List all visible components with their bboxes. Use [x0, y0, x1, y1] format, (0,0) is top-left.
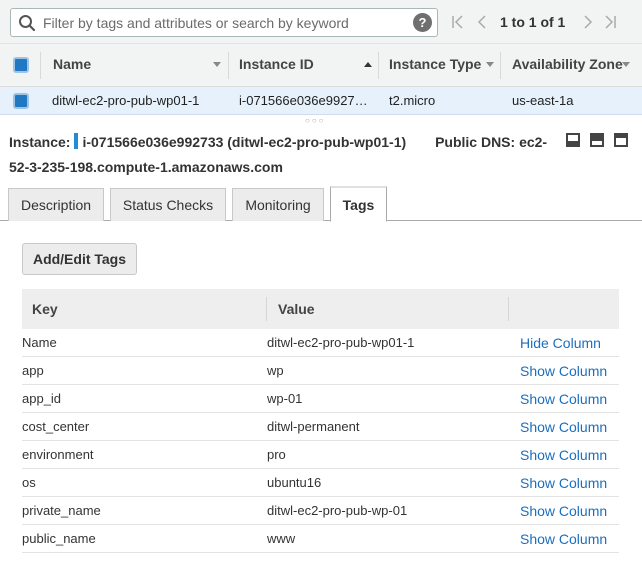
tab-description[interactable]: Description — [8, 188, 104, 221]
instance-type-cell: t2.micro — [389, 93, 436, 108]
layout-full-icon[interactable] — [614, 133, 628, 147]
instance-state-indicator — [74, 133, 79, 149]
column-header-value: Value — [278, 301, 315, 317]
tag-column-toggle-link[interactable]: Show Column — [520, 497, 607, 525]
help-icon[interactable]: ? — [413, 13, 432, 32]
instance-summary: Instance: i-071566e036e992733 (ditwl-ec2-… — [9, 130, 639, 180]
first-page-icon[interactable] — [450, 12, 466, 32]
tag-column-toggle-link[interactable]: Hide Column — [520, 329, 601, 357]
search-input[interactable] — [43, 12, 403, 33]
panel-resize-handle[interactable]: ○○○ — [305, 116, 326, 125]
instance-value: i-071566e036e992733 (ditwl-ec2-pro-pub-w… — [82, 134, 407, 150]
public-dns-value: 52-3-235-198.compute-1.amazonaws.com — [9, 159, 283, 175]
tag-key-cell: app — [22, 363, 44, 378]
availability-zone-sort-icon[interactable] — [622, 62, 630, 67]
table-row: os ubuntu16 Show Column — [22, 469, 619, 497]
column-header-instance-id[interactable]: Instance ID — [239, 44, 314, 87]
tab-tags[interactable]: Tags — [330, 186, 387, 222]
instance-type-sort-icon[interactable] — [486, 62, 494, 67]
tag-key-cell: public_name — [22, 531, 96, 546]
table-row: app wp Show Column — [22, 357, 619, 385]
panel-layout-controls — [566, 133, 636, 149]
tag-column-toggle-link[interactable]: Show Column — [520, 385, 607, 413]
tag-value-cell: ditwl-ec2-pro-pub-wp01-1 — [267, 335, 415, 350]
instance-id-cell: i-071566e036e9927… — [239, 93, 368, 108]
add-edit-tags-button[interactable]: Add/Edit Tags — [22, 243, 137, 275]
tab-status-checks[interactable]: Status Checks — [110, 188, 226, 221]
select-all-checkbox[interactable] — [13, 57, 29, 73]
tag-column-toggle-link[interactable]: Show Column — [520, 469, 607, 497]
column-header-instance-type[interactable]: Instance Type — [389, 44, 481, 87]
row-checkbox[interactable] — [13, 93, 29, 109]
column-header-key: Key — [32, 301, 58, 317]
table-row: private_name ditwl-ec2-pro-pub-wp-01 Show … — [22, 497, 619, 525]
filter-bar: ? 1 to 1 of 1 — [0, 0, 642, 44]
pagination-text: 1 to 1 of 1 — [500, 14, 566, 30]
table-row: environment pro Show Column — [22, 441, 619, 469]
tag-key-cell: cost_center — [22, 419, 90, 434]
tag-column-toggle-link[interactable]: Show Column — [520, 357, 607, 385]
tag-value-cell: www — [267, 531, 296, 546]
instance-table-header: Name Instance ID Instance Type Availabil… — [0, 44, 642, 87]
tag-key-cell: os — [22, 475, 36, 490]
search-box[interactable]: ? — [10, 8, 438, 37]
tag-value-cell: wp-01 — [267, 391, 303, 406]
tag-value-cell: pro — [267, 447, 286, 462]
table-row: public_name www Show Column — [22, 525, 619, 553]
name-sort-icon[interactable] — [213, 62, 221, 67]
public-dns-label: Public DNS: ec2- — [435, 134, 548, 150]
previous-page-icon[interactable] — [474, 12, 490, 32]
instance-label: Instance: — [9, 134, 71, 150]
tag-column-toggle-link[interactable]: Show Column — [520, 413, 607, 441]
table-row: Name ditwl-ec2-pro-pub-wp01-1 Hide Column — [22, 329, 619, 357]
tag-column-toggle-link[interactable]: Show Column — [520, 441, 607, 469]
pagination: 1 to 1 of 1 — [450, 12, 640, 32]
tag-key-cell: private_name — [22, 503, 101, 518]
tag-column-toggle-link[interactable]: Show Column — [520, 525, 607, 553]
table-row: cost_center ditwl-permanent Show Column — [22, 413, 619, 441]
tag-key-cell: app_id — [22, 391, 62, 406]
instance-id-sort-icon[interactable] — [364, 62, 372, 67]
column-header-name[interactable]: Name — [53, 44, 91, 87]
layout-split-icon[interactable] — [590, 133, 604, 147]
search-icon — [19, 15, 36, 32]
table-row[interactable]: ditwl-ec2-pro-pub-wp01-1 i-071566e036e99… — [0, 87, 642, 115]
column-header-availability-zone[interactable]: Availability Zone — [512, 44, 623, 87]
layout-bottom-icon[interactable] — [566, 133, 580, 147]
tag-value-cell: ditwl-permanent — [267, 419, 360, 434]
tag-value-cell: ditwl-ec2-pro-pub-wp-01 — [267, 503, 408, 518]
tags-table-header: Key Value — [22, 289, 619, 329]
tag-value-cell: ubuntu16 — [267, 475, 322, 490]
tag-key-cell: Name — [22, 335, 57, 350]
next-page-icon[interactable] — [580, 12, 596, 32]
table-row: app_id wp-01 Show Column — [22, 385, 619, 413]
detail-tabs: Description Status Checks Monitoring Tag… — [0, 186, 642, 222]
tag-value-cell: wp — [267, 363, 284, 378]
tag-key-cell: environment — [22, 447, 94, 462]
last-page-icon[interactable] — [602, 12, 618, 32]
availability-zone-cell: us-east-1a — [512, 93, 574, 108]
instance-name-cell: ditwl-ec2-pro-pub-wp01-1 — [52, 93, 200, 108]
tab-monitoring[interactable]: Monitoring — [232, 188, 324, 221]
